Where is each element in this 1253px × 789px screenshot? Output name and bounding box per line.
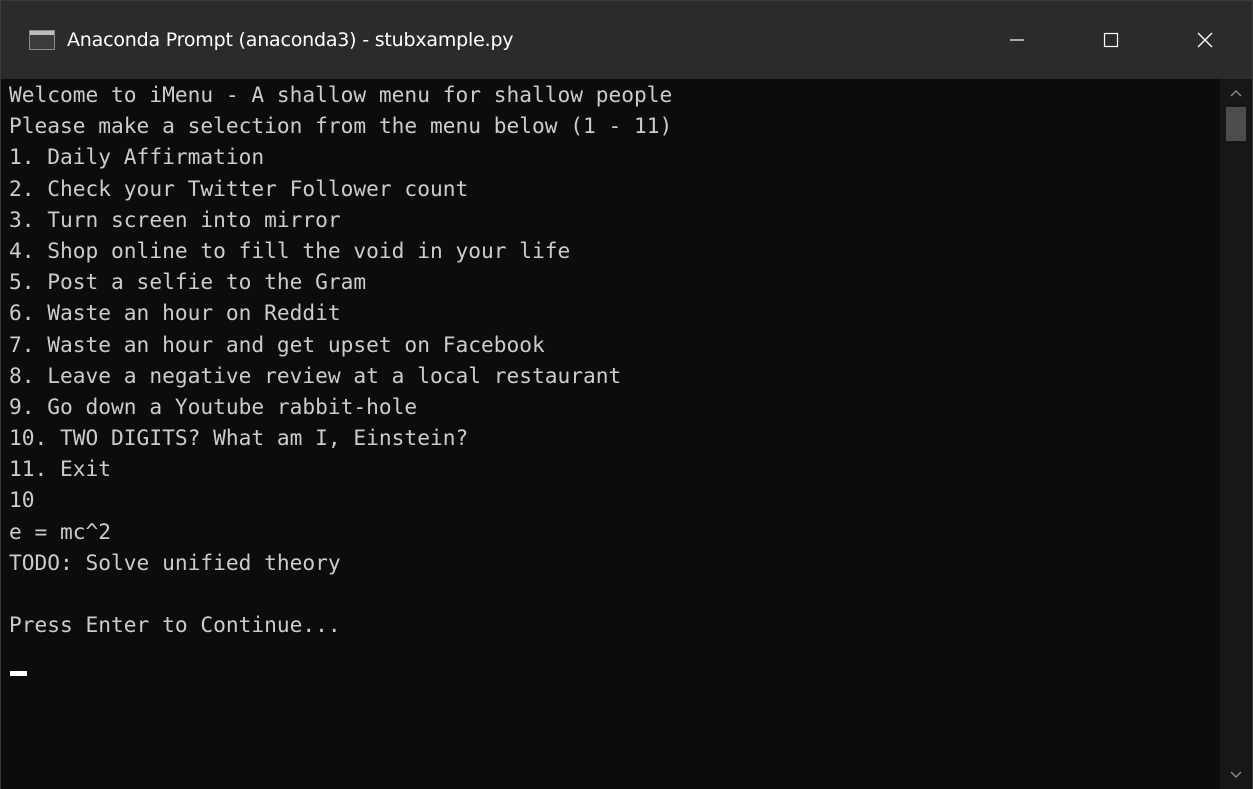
minimize-button[interactable] bbox=[970, 1, 1064, 79]
scroll-up-arrow-icon bbox=[1230, 90, 1242, 97]
console-line: 11. Exit bbox=[9, 456, 112, 482]
window-title: Anaconda Prompt (anaconda3) - stubxample… bbox=[67, 29, 514, 51]
console-line: Welcome to iMenu - A shallow menu for sh… bbox=[9, 82, 673, 107]
text-cursor bbox=[10, 671, 27, 676]
console-line: 2. Check your Twitter Follower count bbox=[9, 175, 469, 201]
terminal-window: Anaconda Prompt (anaconda3) - stubxample… bbox=[0, 0, 1253, 789]
console-line: 10. TWO DIGITS? What am I, Einstein? bbox=[9, 425, 469, 451]
console-line: 5. Post a selfie to the Gram bbox=[9, 269, 367, 295]
close-button[interactable] bbox=[1158, 1, 1252, 79]
console-line: 10 bbox=[9, 487, 35, 513]
maximize-button[interactable] bbox=[1064, 1, 1158, 79]
close-icon bbox=[1197, 32, 1213, 48]
scroll-down-arrow-icon bbox=[1230, 771, 1242, 778]
scroll-thumb[interactable] bbox=[1226, 107, 1246, 141]
console-line: 7. Waste an hour and get upset on Facebo… bbox=[9, 331, 545, 357]
minimize-icon bbox=[1010, 39, 1024, 41]
console-line: Please make a selection from the menu be… bbox=[9, 113, 673, 139]
title-bar[interactable]: Anaconda Prompt (anaconda3) - stubxample… bbox=[1, 1, 1252, 79]
console-line: 3. Turn screen into mirror bbox=[9, 206, 341, 232]
scroll-down-button[interactable] bbox=[1220, 761, 1252, 789]
maximize-icon bbox=[1103, 32, 1119, 48]
console-line: e = mc^2 bbox=[9, 518, 112, 544]
console-line: 4. Shop online to fill the void in your … bbox=[9, 237, 571, 263]
caption-buttons bbox=[970, 1, 1252, 79]
console-line: 9. Go down a Youtube rabbit-hole bbox=[9, 393, 418, 419]
console-line: TODO: Solve unified theory bbox=[9, 549, 341, 575]
console-line: 6. Waste an hour on Reddit bbox=[9, 300, 341, 326]
console-line: 1. Daily Affirmation bbox=[9, 144, 265, 170]
console-icon[interactable] bbox=[29, 30, 55, 50]
console-output[interactable]: Welcome to iMenu - A shallow menu for sh… bbox=[1, 79, 1221, 789]
scroll-up-button[interactable] bbox=[1220, 79, 1252, 107]
console-text: Welcome to iMenu - A shallow menu for sh… bbox=[9, 79, 672, 640]
console-line: Press Enter to Continue... bbox=[9, 612, 341, 638]
vertical-scrollbar[interactable] bbox=[1220, 79, 1252, 789]
console-line: 8. Leave a negative review at a local re… bbox=[9, 362, 622, 388]
